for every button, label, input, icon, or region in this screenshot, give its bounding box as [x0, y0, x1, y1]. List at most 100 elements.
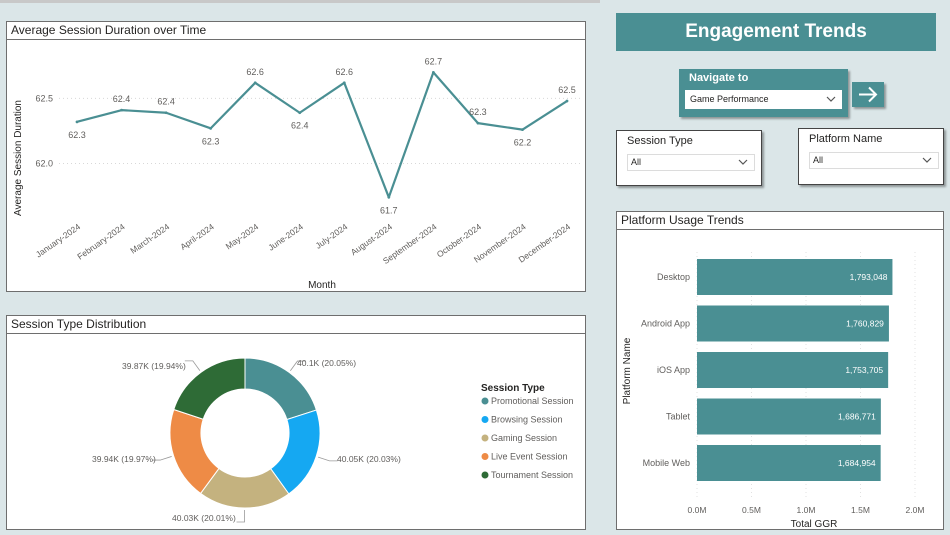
line-point: [75, 120, 79, 124]
legend-item-label: Gaming Session: [491, 433, 557, 443]
line-point: [164, 111, 168, 115]
line-x-tick-label: August-2024: [349, 221, 394, 257]
line-point: [431, 71, 435, 74]
chevron-down-icon: [922, 157, 932, 163]
donut-leader-line: [184, 360, 201, 371]
legend-item-label: Browsing Session: [491, 415, 563, 425]
line-x-tick-label: March-2024: [128, 221, 171, 255]
donut-data-label: 40.1K (20.05%): [297, 358, 356, 368]
donut-data-label: 39.87K (19.94%): [122, 361, 186, 371]
bar-data-label: 1,760,829: [846, 319, 884, 329]
navigation-panel: Navigate to Game Performance: [679, 69, 848, 117]
line-x-tick-label: June-2024: [266, 221, 305, 252]
bar-x-ticks: 0.0M 0.5M 1.0M 1.5M 2.0M: [688, 505, 925, 515]
line-data-label: 62.3: [469, 107, 487, 117]
line-point: [521, 128, 524, 132]
arrow-right-icon: [859, 86, 878, 103]
line-data-label: 62.4: [113, 94, 131, 104]
bar-category-label: Desktop: [657, 272, 690, 282]
bar-category-label: Android App: [641, 319, 690, 329]
legend-marker: [481, 434, 489, 442]
line-point: [565, 99, 569, 103]
bar-y-axis-title: Platform Name: [622, 337, 633, 404]
line-y-tick-label: 62.0: [35, 158, 53, 168]
line-data-label: 62.3: [202, 136, 220, 146]
session-type-value: All: [631, 157, 642, 167]
line-point: [253, 81, 257, 85]
bar-x-tick-label: 1.5M: [851, 505, 870, 515]
scrollbar-thumb[interactable]: [0, 0, 600, 3]
platform-name-value: All: [813, 155, 824, 165]
chevron-down-icon: [738, 159, 748, 165]
legend-item-label: Promotional Session: [491, 396, 574, 406]
line-x-tick-label: April-2024: [178, 221, 216, 252]
line-x-ticks: January-2024February-2024 March-2024 April…: [34, 221, 573, 266]
bar-x-tick-label: 1.0M: [797, 505, 816, 515]
donut-data-label: 40.03K (20.01%): [172, 513, 236, 523]
line-point: [387, 195, 391, 199]
top-scrollbar[interactable]: [0, 0, 950, 3]
donut-chart-card: Session Type Distribution 40.1K (20.05%)…: [6, 315, 586, 530]
legend-marker: [481, 471, 489, 479]
bar-x-tick-label: 2.0M: [906, 505, 925, 515]
chevron-down-icon: [826, 96, 836, 102]
donut-slices: [169, 357, 321, 509]
line-point: [298, 111, 302, 115]
line-data-labels: 62.3 62.4 62.4 62.3 62.6 62.4 62.6 61.7 62.7 62.3…: [68, 56, 576, 215]
legend-title: Session Type: [481, 383, 545, 394]
legend-marker: [481, 397, 489, 405]
legend-item-label: Live Event Session: [491, 452, 568, 462]
bar-category-label: iOS App: [657, 365, 690, 375]
platform-name-slicer: Platform Name All: [798, 128, 944, 185]
line-data-label: 62.2: [514, 138, 532, 148]
line-point: [342, 81, 346, 85]
bar-x-tick-label: 0.5M: [742, 505, 761, 515]
bar-data-labels: 1,793,048 1,760,829 1,753,705 1,686,771 1,68…: [838, 272, 888, 468]
line-data-label: 61.7: [380, 205, 398, 215]
donut-chart: 40.1K (20.05%) 40.05K (20.03%) 40.03K (20.…: [92, 357, 574, 523]
session-type-label: Session Type: [627, 135, 693, 147]
bar-category-labels: Desktop Android App iOS App Tablet Mobile We…: [641, 272, 691, 468]
navigation-dropdown[interactable]: Game Performance: [685, 90, 842, 109]
bar-data-label: 1,793,048: [850, 272, 888, 282]
donut-leader-line: [236, 509, 245, 523]
page-title-banner: Engagement Trends: [616, 13, 936, 51]
line-x-tick-label: May-2024: [224, 221, 261, 251]
line-chart-card: Average Session Duration over Time 62.5 6…: [6, 21, 586, 292]
bar-data-label: 1,753,705: [845, 365, 883, 375]
legend-marker: [481, 416, 489, 423]
donut-leader-line: [318, 456, 338, 462]
platform-name-dropdown[interactable]: All: [809, 152, 939, 169]
bar-x-tick-label: 0.0M: [688, 505, 707, 515]
bar-data-label: 1,686,771: [838, 412, 876, 422]
donut-legend: Promotional Session Browsing Session Gamin…: [481, 396, 574, 480]
bar-data-label: 1,684,954: [838, 458, 876, 468]
line-series: [76, 71, 568, 199]
line-y-tick-label: 62.5: [35, 93, 53, 103]
line-point: [209, 126, 213, 130]
line-chart: 62.5 62.0 62.3 62.4 62.4 62.3 62.6 62.4 62.6 61.…: [13, 56, 582, 291]
bar-category-label: Tablet: [666, 412, 691, 422]
navigate-go-button[interactable]: [852, 82, 884, 107]
line-x-axis-title: Month: [308, 280, 336, 291]
line-y-axis-title: Average Session Duration: [13, 100, 24, 216]
bar-chart-card: Platform Usage Trends Desktop Android App…: [616, 211, 944, 530]
navigate-to-label: Navigate to: [689, 72, 749, 84]
donut-data-label: 39.94K (19.97%): [92, 454, 156, 464]
line-gridlines: [59, 97, 582, 164]
line-data-label: 62.5: [558, 85, 576, 95]
line-x-tick-label: July-2024: [313, 221, 349, 250]
session-type-slicer: Session Type All: [616, 130, 762, 186]
line-data-label: 62.4: [157, 97, 175, 107]
donut-data-label: 40.05K (20.03%): [337, 454, 401, 464]
line-y-ticks: 62.5 62.0: [35, 93, 53, 168]
session-type-dropdown[interactable]: All: [627, 154, 755, 171]
line-point: [120, 108, 123, 112]
line-x-tick-label: February-2024: [75, 221, 127, 261]
bar-chart: Desktop Android App iOS App Tablet Mobile We…: [622, 252, 925, 530]
line-data-label: 62.6: [246, 67, 264, 77]
legend-marker: [481, 453, 489, 460]
line-data-label: 62.3: [68, 130, 86, 140]
navigation-selected-value: Game Performance: [690, 94, 769, 104]
legend-item-label: Tournament Session: [491, 470, 573, 480]
